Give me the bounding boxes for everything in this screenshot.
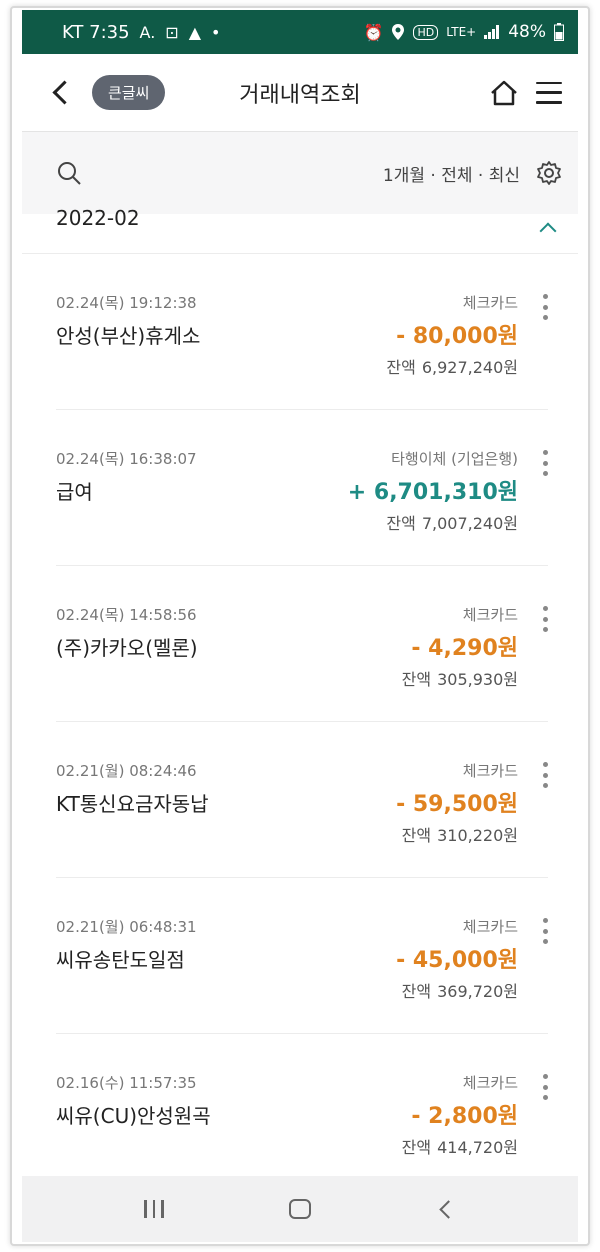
status-bar: KT 7:35 A. ⊡ ▲ • ⏰ HD LTE+ 48% (22, 10, 578, 54)
month-label: 2022-02 (56, 206, 140, 230)
search-icon[interactable] (56, 160, 82, 186)
hd-icon: HD (413, 24, 439, 40)
transaction-amount: + 6,701,310원 (347, 480, 518, 505)
transaction-item[interactable]: 02.24(목) 16:38:07 급여 타행이체 (기업은행) + 6,701,31… (56, 410, 548, 566)
transaction-name: 씨유(CU)안성원곡 (56, 1104, 211, 1128)
balance-value: 369,720원 (437, 982, 518, 1001)
transaction-datetime: 02.21(월) 06:48:31 (56, 918, 197, 936)
gear-icon[interactable] (536, 160, 562, 186)
transaction-datetime: 02.24(목) 19:12:38 (56, 294, 197, 312)
transaction-balance: 잔액 305,930원 (402, 666, 518, 690)
battery-text: 48% (508, 22, 546, 42)
transaction-item[interactable]: 02.16(수) 11:57:35 씨유(CU)안성원곡 체크카드 - 2,800원잔… (56, 1034, 548, 1190)
transaction-balance: 잔액 310,220원 (402, 822, 518, 846)
transaction-balance: 잔액 7,007,240원 (386, 510, 518, 534)
signal-icon (484, 25, 500, 39)
alarm-icon: ⏰ (363, 22, 384, 42)
carrier-time: KT 7:35 (62, 21, 130, 43)
transaction-datetime: 02.24(목) 14:58:56 (56, 606, 197, 624)
transaction-type: 체크카드 (462, 606, 518, 624)
transaction-name: 안성(부산)휴게소 (56, 324, 201, 348)
balance-value: 6,927,240원 (421, 358, 518, 377)
network-icon: LTE+ (446, 25, 477, 39)
header-actions (490, 80, 562, 106)
phone-screen: KT 7:35 A. ⊡ ▲ • ⏰ HD LTE+ 48% 큰글씨 거래내역조… (22, 10, 578, 1242)
transaction-item[interactable]: 02.21(월) 06:48:31 씨유송탄도일점 체크카드 - 45,000원잔액 3… (56, 878, 548, 1034)
balance-label: 잔액 (401, 982, 432, 1001)
balance-label: 잔액 (401, 1138, 432, 1157)
transaction-type: 체크카드 (462, 762, 518, 780)
transaction-type: 타행이체 (기업은행) (391, 450, 518, 468)
battery-icon (554, 23, 564, 41)
month-header[interactable]: 2022-02 (22, 206, 578, 254)
transaction-name: (주)카카오(멜론) (56, 636, 198, 660)
balance-label: 잔액 (401, 670, 432, 689)
transaction-amount: - 4,290원 (411, 636, 518, 661)
home-button-icon[interactable] (288, 1199, 311, 1219)
more-options-icon[interactable] (542, 606, 548, 632)
transaction-datetime: 02.16(수) 11:57:35 (56, 1074, 197, 1092)
transaction-type: 체크카드 (462, 918, 518, 936)
location-icon (392, 24, 405, 40)
transaction-amount: - 59,500원 (396, 792, 518, 817)
home-icon[interactable] (490, 80, 518, 106)
back-icon[interactable] (50, 81, 74, 105)
recent-apps-icon[interactable] (144, 1200, 164, 1218)
more-options-icon[interactable] (542, 918, 548, 944)
balance-value: 310,220원 (437, 826, 518, 845)
transaction-balance: 잔액 6,927,240원 (386, 354, 518, 378)
transaction-datetime: 02.24(목) 16:38:07 (56, 450, 197, 468)
transaction-balance: 잔액 369,720원 (402, 978, 518, 1002)
transaction-amount: - 80,000원 (396, 324, 518, 349)
card-icon: ⊡ (165, 22, 179, 42)
transaction-item[interactable]: 02.21(월) 08:24:46 KT통신요금자동납 체크카드 - 59,500원잔… (56, 722, 548, 878)
transaction-type: 체크카드 (462, 294, 518, 312)
transaction-name: 급여 (56, 480, 93, 504)
transaction-name: KT통신요금자동납 (56, 792, 209, 816)
transaction-name: 씨유송탄도일점 (56, 948, 185, 972)
more-options-icon[interactable] (542, 1074, 548, 1100)
transaction-datetime: 02.21(월) 08:24:46 (56, 762, 197, 780)
big-font-button[interactable]: 큰글씨 (92, 75, 166, 110)
dot-icon: • (211, 22, 221, 42)
balance-value: 414,720원 (437, 1138, 518, 1157)
balance-label: 잔액 (386, 514, 416, 533)
transaction-item[interactable]: 02.24(목) 14:58:56 (주)카카오(멜론) 체크카드 - 4,290원잔… (56, 566, 548, 722)
more-options-icon[interactable] (542, 762, 548, 788)
status-right: ⏰ HD LTE+ 48% (364, 22, 564, 42)
transaction-balance: 잔액 414,720원 (402, 1134, 518, 1158)
transaction-list: 02.24(목) 19:12:38 안성(부산)휴게소 체크카드 - 80,000원 잔… (22, 254, 578, 1190)
balance-label: 잔액 (401, 826, 432, 845)
screenshot-frame: KT 7:35 A. ⊡ ▲ • ⏰ HD LTE+ 48% 큰글씨 거래내역조… (10, 6, 590, 1246)
more-options-icon[interactable] (542, 450, 548, 476)
transaction-amount: - 2,800원 (411, 1104, 518, 1129)
font-icon: A. (139, 22, 156, 42)
status-left: KT 7:35 A. ⊡ ▲ • (62, 22, 220, 43)
filter-summary[interactable]: 1개월 · 전체 · 최신 (383, 161, 520, 186)
transaction-type: 체크카드 (462, 1074, 518, 1092)
filter-bar: 1개월 · 전체 · 최신 (22, 132, 578, 214)
transaction-amount: - 45,000원 (396, 948, 518, 973)
menu-icon[interactable] (536, 81, 562, 104)
chevron-up-icon[interactable] (538, 218, 558, 238)
balance-label: 잔액 (386, 358, 416, 377)
balance-value: 7,007,240원 (421, 514, 518, 533)
transaction-item[interactable]: 02.24(목) 19:12:38 안성(부산)휴게소 체크카드 - 80,000원잔… (56, 254, 548, 410)
nav-back-icon[interactable] (436, 1199, 456, 1219)
warning-icon: ▲ (188, 22, 202, 42)
more-options-icon[interactable] (542, 294, 548, 320)
system-nav-bar (22, 1176, 578, 1242)
balance-value: 305,930원 (437, 670, 518, 689)
app-header: 큰글씨 거래내역조회 (22, 54, 578, 132)
